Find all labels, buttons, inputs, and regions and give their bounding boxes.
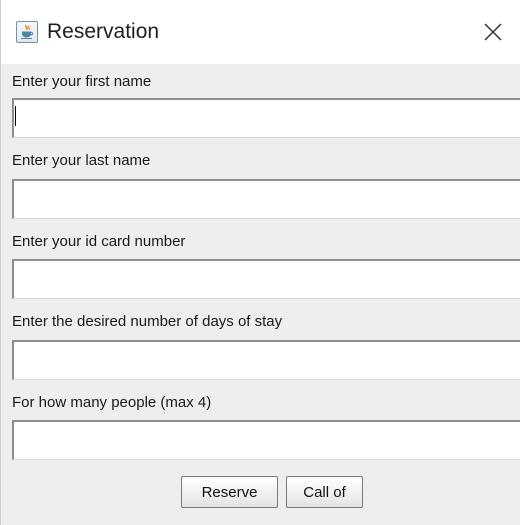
first-name-label: Enter your first name <box>12 73 152 90</box>
java-coffee-cup-icon <box>16 21 38 43</box>
text-cursor <box>15 106 16 126</box>
close-button[interactable] <box>473 14 513 50</box>
id-card-number-field[interactable] <box>12 259 520 299</box>
days-of-stay-field[interactable] <box>12 340 520 380</box>
last-name-label: Enter your last name <box>12 152 151 169</box>
number-of-people-field[interactable] <box>12 420 520 460</box>
reserve-button[interactable]: Reserve <box>181 476 278 508</box>
first-name-field[interactable] <box>12 98 520 138</box>
number-of-people-label: For how many people (max 4) <box>12 394 212 411</box>
title-bar: Reservation <box>1 0 520 64</box>
reservation-window: Reservation Enter your first name Enter … <box>0 0 520 525</box>
window-title: Reservation <box>47 20 160 43</box>
days-of-stay-label: Enter the desired number of days of stay <box>12 313 283 330</box>
id-card-number-label: Enter your id card number <box>12 233 186 250</box>
last-name-field[interactable] <box>12 179 520 219</box>
call-off-button[interactable]: Call of <box>286 476 363 508</box>
close-icon <box>483 22 503 42</box>
